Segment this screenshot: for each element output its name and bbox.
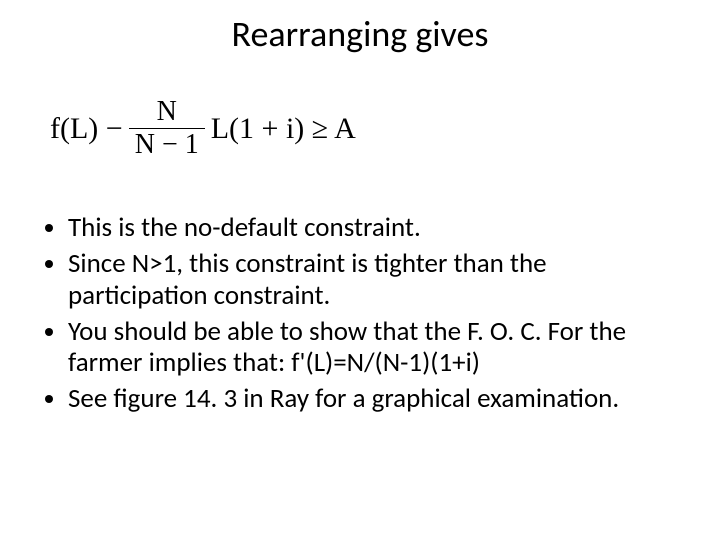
list-item: See figure 14. 3 in Ray for a graphical … [68,383,672,415]
equation-lhs-prefix: f(L) − [50,112,123,146]
equation-fraction: N N − 1 [129,96,205,161]
fraction-denominator: N − 1 [129,129,205,161]
slide: Rearranging gives f(L) − N N − 1 L(1 + i… [0,0,720,540]
slide-title: Rearranging gives [0,12,720,56]
list-item: This is the no-default constraint. [68,212,672,244]
list-item: You should be able to show that the F. O… [68,316,672,380]
equation-lhs-suffix: L(1 + i) ≥ A [211,112,356,146]
bullet-list: This is the no-default constraint. Since… [38,212,672,419]
fraction-numerator: N [151,96,183,128]
equation: f(L) − N N − 1 L(1 + i) ≥ A [50,96,356,161]
list-item: Since N>1, this constraint is tighter th… [68,248,672,312]
